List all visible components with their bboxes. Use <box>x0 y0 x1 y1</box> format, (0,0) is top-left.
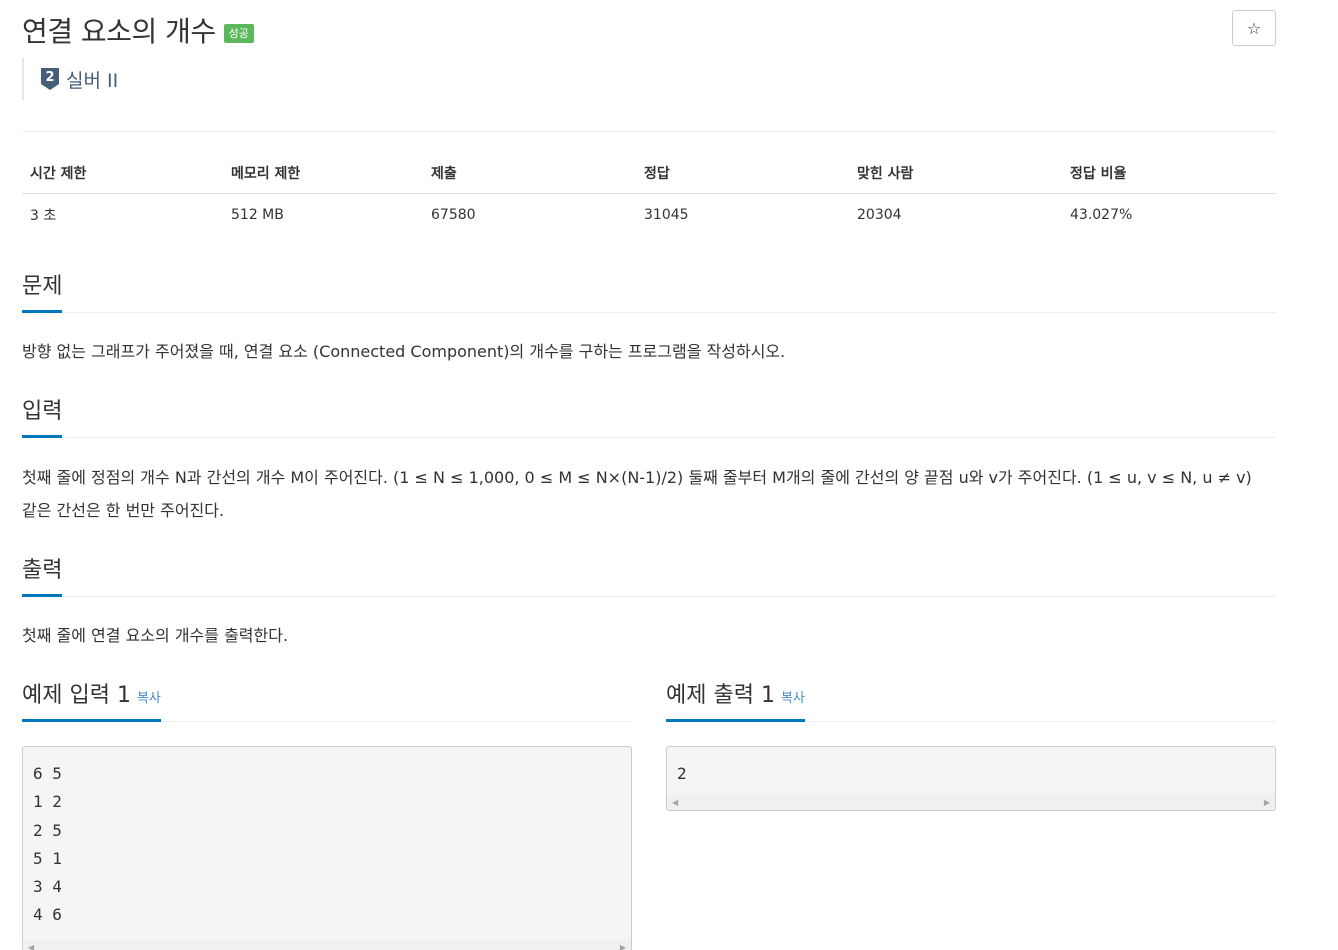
sample-input-heading: 예제 입력 1 복사 <box>22 677 161 722</box>
scroll-right-icon[interactable]: ▶ <box>1264 798 1270 807</box>
header-accepted: 정답 <box>636 154 849 194</box>
scroll-right-icon[interactable]: ▶ <box>620 943 626 950</box>
tier-number: 2 <box>45 70 54 85</box>
sample-input-box[interactable]: 6 5 1 2 2 5 5 1 3 4 4 6 ◀ ▶ <box>22 746 632 950</box>
sample-output-box[interactable]: 2 ◀ ▶ <box>666 746 1276 811</box>
submissions-value: 67580 <box>431 207 476 223</box>
favorite-star-button[interactable]: ☆ <box>1232 10 1276 46</box>
page-title: 연결 요소의 개수 <box>22 15 216 48</box>
copy-sample-input-button[interactable]: 복사 <box>137 691 161 706</box>
problem-title-row: 연결 요소의 개수 성공 <box>22 10 254 50</box>
sample-output-header: 예제 출력 1 복사 <box>666 677 1276 722</box>
status-badge: 성공 <box>223 23 254 43</box>
header-submissions: 제출 <box>423 154 636 194</box>
accepted-value: 31045 <box>644 207 689 223</box>
sample-input-title: 예제 입력 1 <box>22 683 131 708</box>
sample-input-header: 예제 입력 1 복사 <box>22 677 632 722</box>
sample-input-code: 6 5 1 2 2 5 5 1 3 4 4 6 <box>33 764 62 925</box>
memory-limit-value: 512 MB <box>231 207 284 223</box>
sample-output-title: 예제 출력 1 <box>666 683 775 708</box>
problem-tier: 2 실버 II <box>22 58 118 100</box>
description-title: 문제 <box>22 268 63 313</box>
sample-output-code: 2 <box>677 764 687 783</box>
header-memory-limit: 메모리 제한 <box>223 154 423 194</box>
output-text: 첫째 줄에 연결 요소의 개수를 출력한다. <box>22 626 289 645</box>
time-limit-value: 3 초 <box>30 208 57 224</box>
description-section-header: 문제 <box>22 268 1276 313</box>
output-title: 출력 <box>22 552 63 597</box>
table-row: 3 초 512 MB 67580 31045 20304 43.027% <box>22 194 1276 234</box>
silver-tier-icon: 2 <box>41 68 59 90</box>
tier-label: 실버 II <box>66 69 119 92</box>
output-section-header: 출력 <box>22 552 1276 597</box>
star-icon: ☆ <box>1246 18 1262 38</box>
accept-ratio-value: 43.027% <box>1070 207 1133 223</box>
header-accept-ratio: 정답 비율 <box>1062 154 1276 194</box>
input-section-header: 입력 <box>22 393 1276 438</box>
header-time-limit: 시간 제한 <box>22 154 223 194</box>
divider <box>22 131 1276 132</box>
input-text: 첫째 줄에 정점의 개수 N과 간선의 개수 M이 주어진다. (1 ≤ N ≤… <box>22 468 1252 520</box>
input-title: 입력 <box>22 393 63 438</box>
description-text: 방향 없는 그래프가 주어졌을 때, 연결 요소 (Connected Comp… <box>22 342 786 361</box>
solved-users-value: 20304 <box>857 207 902 223</box>
scroll-left-icon[interactable]: ◀ <box>28 943 34 950</box>
copy-sample-output-button[interactable]: 복사 <box>781 691 805 706</box>
scroll-left-icon[interactable]: ◀ <box>672 798 678 807</box>
horizontal-scrollbar[interactable]: ◀ ▶ <box>23 940 631 950</box>
problem-info-table: 시간 제한 메모리 제한 제출 정답 맞힌 사람 정답 비율 3 초 512 M… <box>22 154 1276 233</box>
header-solved-users: 맞힌 사람 <box>849 154 1062 194</box>
sample-output-heading: 예제 출력 1 복사 <box>666 677 805 722</box>
horizontal-scrollbar[interactable]: ◀ ▶ <box>667 795 1275 810</box>
table-header-row: 시간 제한 메모리 제한 제출 정답 맞힌 사람 정답 비율 <box>22 154 1276 194</box>
